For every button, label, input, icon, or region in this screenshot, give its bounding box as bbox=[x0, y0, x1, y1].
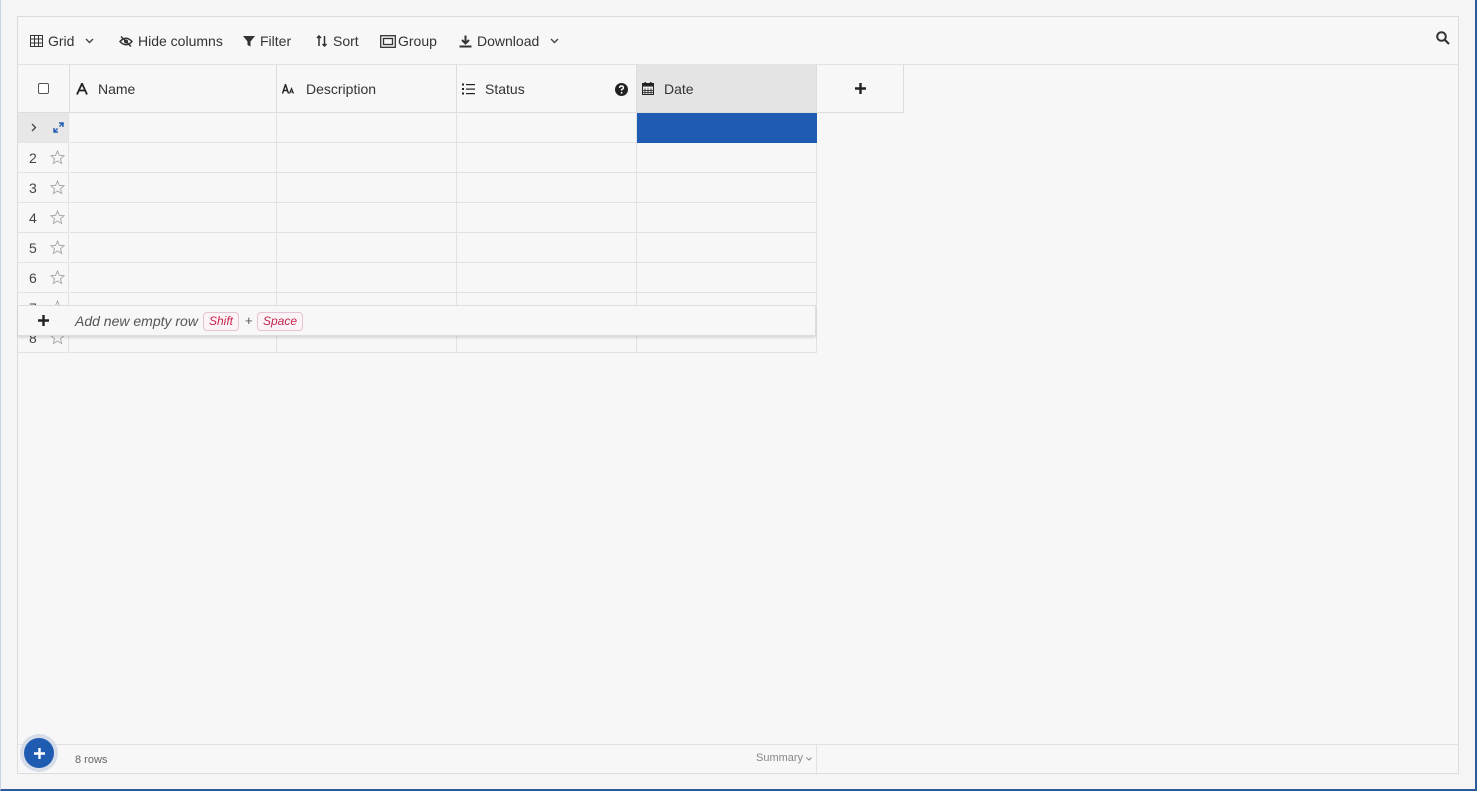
key-plus: + bbox=[245, 313, 253, 328]
row-header: 6 bbox=[18, 263, 69, 293]
filter-icon bbox=[243, 36, 255, 47]
add-row-label: Add new empty row bbox=[75, 313, 198, 329]
help-icon[interactable] bbox=[615, 83, 628, 96]
row-header: 2 bbox=[18, 143, 69, 173]
grid-cell[interactable] bbox=[457, 143, 637, 173]
search-button[interactable] bbox=[1436, 31, 1450, 48]
add-new-row[interactable]: Add new empty row Shift + Space bbox=[18, 305, 816, 336]
footer-divider bbox=[816, 745, 817, 775]
select-all-checkbox[interactable] bbox=[38, 83, 49, 94]
hide-columns-label: Hide columns bbox=[138, 33, 223, 49]
grid-cell[interactable] bbox=[457, 113, 637, 143]
row-number: 6 bbox=[29, 269, 37, 286]
row-number: 3 bbox=[29, 179, 37, 196]
grid-cell[interactable] bbox=[637, 173, 817, 203]
grid-cell[interactable] bbox=[70, 263, 277, 293]
grid-cell[interactable] bbox=[637, 143, 817, 173]
grid-cell[interactable] bbox=[277, 143, 457, 173]
grid-cell[interactable] bbox=[277, 173, 457, 203]
star-icon[interactable] bbox=[50, 270, 65, 285]
add-column-button[interactable] bbox=[817, 65, 904, 113]
hide-columns-button[interactable]: Hide columns bbox=[119, 17, 223, 65]
grid-cell[interactable] bbox=[637, 203, 817, 233]
star-icon[interactable] bbox=[50, 150, 65, 165]
chevron-down-icon bbox=[806, 757, 812, 761]
group-label: Group bbox=[398, 33, 437, 49]
grid-cell[interactable] bbox=[70, 233, 277, 263]
plus-icon bbox=[33, 747, 45, 759]
shift-key-hint: Shift bbox=[203, 312, 240, 331]
text-icon bbox=[76, 82, 88, 95]
selected-date-cell[interactable] bbox=[637, 113, 817, 143]
summary-dropdown[interactable]: Summary bbox=[756, 752, 812, 764]
download-icon bbox=[459, 35, 472, 47]
row-header: 3 bbox=[18, 173, 69, 203]
grid-cell[interactable] bbox=[70, 173, 277, 203]
search-icon bbox=[1436, 31, 1450, 45]
expand-icon[interactable] bbox=[53, 122, 64, 133]
column-header-description[interactable]: Description bbox=[277, 65, 457, 113]
grid-cell[interactable] bbox=[637, 263, 817, 293]
row-number: 4 bbox=[29, 209, 37, 226]
row-number: 5 bbox=[29, 239, 37, 256]
grid-cell[interactable] bbox=[457, 233, 637, 263]
grid-cell[interactable] bbox=[637, 233, 817, 263]
list-icon bbox=[462, 83, 475, 94]
column-header-date[interactable]: Date bbox=[637, 65, 817, 113]
row-header bbox=[18, 113, 69, 143]
filter-button[interactable]: Filter bbox=[243, 17, 291, 65]
row-number: 2 bbox=[29, 149, 37, 166]
grid-cell[interactable] bbox=[70, 203, 277, 233]
grid-view-label: Grid bbox=[48, 33, 75, 49]
column-header-status[interactable]: Status bbox=[457, 65, 637, 113]
download-label: Download bbox=[477, 33, 540, 49]
group-button[interactable]: Group bbox=[380, 17, 437, 65]
grid-view-button[interactable]: Grid bbox=[30, 17, 94, 65]
toolbar: Grid Hide columns Filter Sort Group Down… bbox=[18, 17, 1458, 65]
chevron-down-icon bbox=[550, 38, 559, 44]
grid-icon bbox=[30, 35, 43, 47]
eye-slash-icon bbox=[119, 35, 133, 47]
column-label: Name bbox=[98, 80, 136, 97]
star-icon[interactable] bbox=[50, 240, 65, 255]
grid-cell[interactable] bbox=[277, 113, 457, 143]
grid-cell[interactable] bbox=[457, 263, 637, 293]
grid-cell[interactable] bbox=[277, 263, 457, 293]
grid-cell[interactable] bbox=[277, 233, 457, 263]
grid-footer: 8 rows Summary bbox=[18, 744, 1458, 775]
grid-cell[interactable] bbox=[70, 113, 277, 143]
chevron-right-icon[interactable] bbox=[31, 123, 37, 132]
sort-icon bbox=[316, 35, 328, 47]
long-text-icon bbox=[282, 83, 295, 94]
star-icon[interactable] bbox=[50, 210, 65, 225]
column-label: Status bbox=[485, 80, 525, 97]
star-icon[interactable] bbox=[50, 180, 65, 195]
row-count: 8 rows bbox=[75, 754, 108, 766]
calendar-icon bbox=[642, 82, 654, 95]
add-record-fab[interactable] bbox=[24, 738, 54, 768]
sort-label: Sort bbox=[333, 33, 359, 49]
space-key-hint: Space bbox=[257, 312, 304, 331]
summary-label: Summary bbox=[756, 752, 804, 764]
grid-cell[interactable] bbox=[457, 173, 637, 203]
column-label: Date bbox=[664, 80, 694, 97]
grid-view-frame: Grid Hide columns Filter Sort Group Down… bbox=[17, 16, 1459, 775]
plus-icon bbox=[854, 83, 866, 94]
row-header: 4 bbox=[18, 203, 69, 233]
download-button[interactable]: Download bbox=[459, 17, 559, 65]
row-header: 5 bbox=[18, 233, 69, 263]
column-label: Description bbox=[306, 80, 377, 97]
chevron-down-icon bbox=[85, 38, 94, 44]
select-all-cell bbox=[18, 65, 70, 113]
grid-cell[interactable] bbox=[277, 203, 457, 233]
filter-label: Filter bbox=[260, 33, 292, 49]
sort-button[interactable]: Sort bbox=[316, 17, 359, 65]
column-header-name[interactable]: Name bbox=[70, 65, 277, 113]
grid-cell[interactable] bbox=[457, 203, 637, 233]
plus-icon bbox=[38, 315, 49, 326]
group-icon bbox=[380, 34, 396, 48]
grid-cell[interactable] bbox=[70, 143, 277, 173]
